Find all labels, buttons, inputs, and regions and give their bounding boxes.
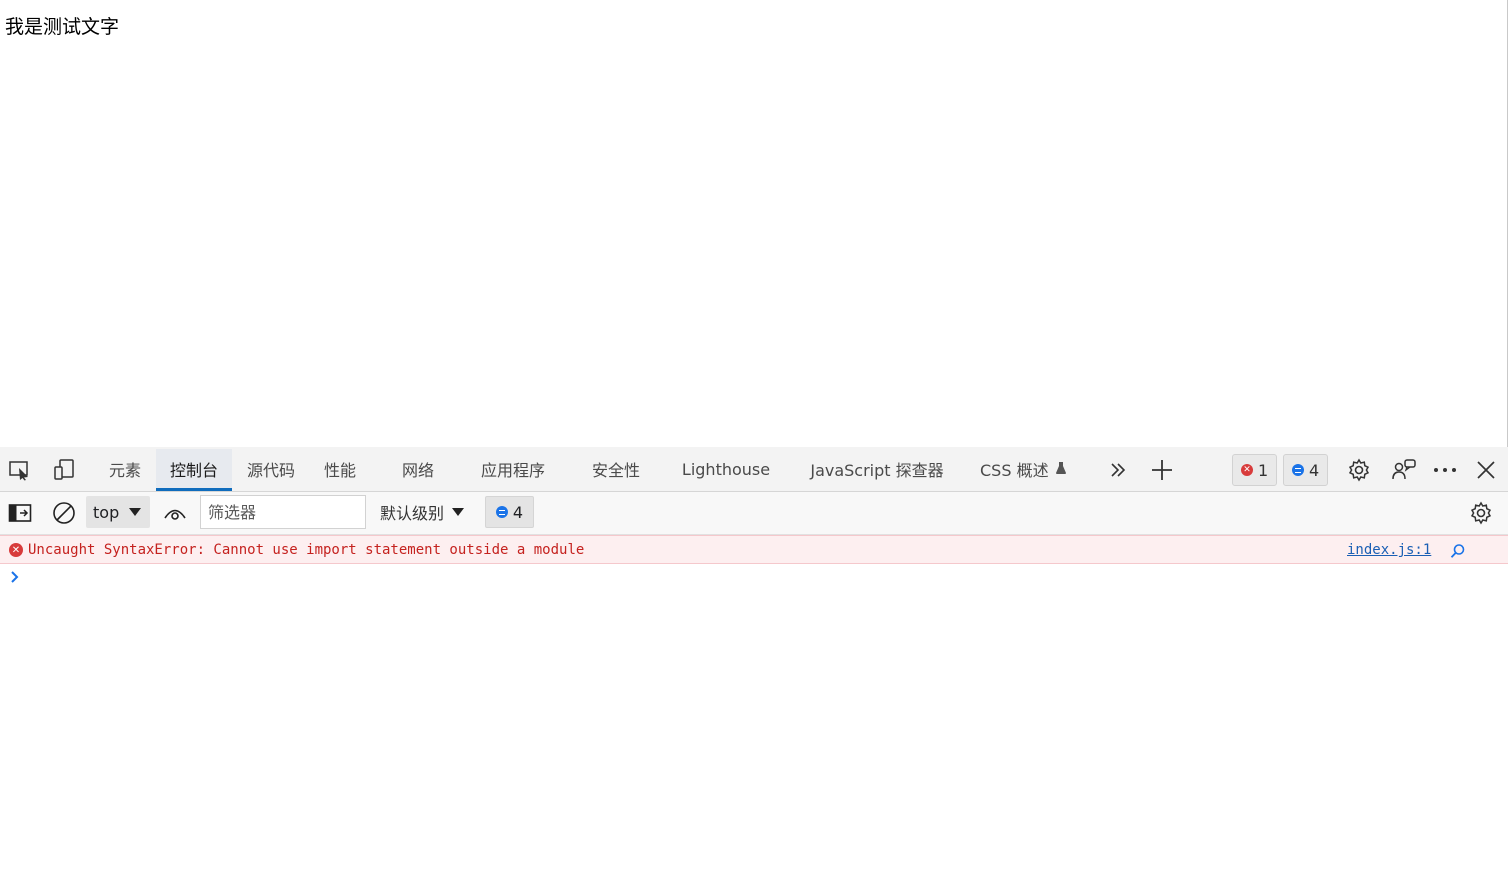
issues-count-button[interactable]: 4 [485,496,534,528]
log-level-value: 默认级别 [380,504,445,523]
tab-security[interactable]: 安全性 [586,449,646,489]
search-icon[interactable] [1450,543,1466,563]
error-icon: ✕ [9,543,23,557]
live-expression-eye-icon[interactable] [161,499,189,527]
devtools-panel: 元素 控制台 源代码 性能 网络 应用程序 安全性 Lighthouse Jav… [0,447,1508,872]
device-emulation-icon[interactable] [50,457,78,483]
tab-console[interactable]: 控制台 [156,449,232,491]
issues-count: 4 [512,502,524,522]
console-settings-gear-icon[interactable] [1466,498,1496,528]
tab-label: CSS 概述 [980,461,1049,480]
message-icon [495,506,508,518]
context-select[interactable]: top [86,496,150,528]
log-level-select[interactable]: 默认级别 [380,496,465,528]
tab-label: 性能 [323,461,356,480]
info-count: 4 [1309,460,1320,480]
tab-label: JavaScript 探查器 [810,461,944,480]
more-tabs-chevron-icon[interactable] [1104,457,1132,483]
error-count: 1 [1258,460,1269,480]
tab-network[interactable]: 网络 [396,449,440,489]
tab-application[interactable]: 应用程序 [474,449,552,489]
page-text: 我是测试文字 [5,16,120,38]
tab-lighthouse[interactable]: Lighthouse [680,449,772,489]
tab-elements[interactable]: 元素 [101,449,149,489]
tab-label: 应用程序 [480,461,545,480]
filter-input[interactable] [200,495,366,529]
feedback-people-icon[interactable] [1389,455,1419,485]
error-icon: ✕ [1241,464,1253,476]
clear-console-icon[interactable] [50,499,78,527]
source-location-link[interactable]: index.js:1 [1347,542,1431,558]
tab-css-overview[interactable]: CSS 概述 [980,449,1076,489]
devtools-tabbar: 元素 控制台 源代码 性能 网络 应用程序 安全性 Lighthouse Jav… [0,447,1508,492]
chevron-down-icon [452,508,465,516]
console-toolbar: top 默认级别 4 [0,492,1508,535]
tab-label: 网络 [401,461,434,480]
console-prompt-chevron-icon[interactable] [10,568,20,587]
console-message-error: ✕ Uncaught SyntaxError: Cannot use impor… [0,535,1508,564]
context-value: top [93,502,120,522]
experiment-flask-icon [1055,460,1067,479]
more-options-ellipsis-icon[interactable] [1431,455,1459,485]
tab-label: 安全性 [591,461,640,480]
error-message-text: Uncaught SyntaxError: Cannot use import … [28,542,585,558]
close-devtools-icon[interactable] [1472,455,1500,485]
tab-javascript-profiler[interactable]: JavaScript 探查器 [808,449,946,489]
tab-performance[interactable]: 性能 [318,449,362,489]
message-icon [1292,464,1304,476]
tab-label: Lighthouse [681,459,771,479]
inspect-element-icon[interactable] [6,457,34,483]
add-tab-plus-icon[interactable] [1148,456,1176,484]
tab-label: 源代码 [246,461,295,480]
error-count-badge[interactable]: ✕ 1 [1232,454,1278,486]
tab-label: 控制台 [169,461,218,480]
settings-gear-icon[interactable] [1344,455,1374,485]
tab-sources[interactable]: 源代码 [240,449,302,489]
show-sidebar-icon[interactable] [6,499,34,527]
chevron-down-icon [129,508,141,516]
tab-label: 元素 [108,461,141,480]
info-count-badge[interactable]: 4 [1283,454,1329,486]
